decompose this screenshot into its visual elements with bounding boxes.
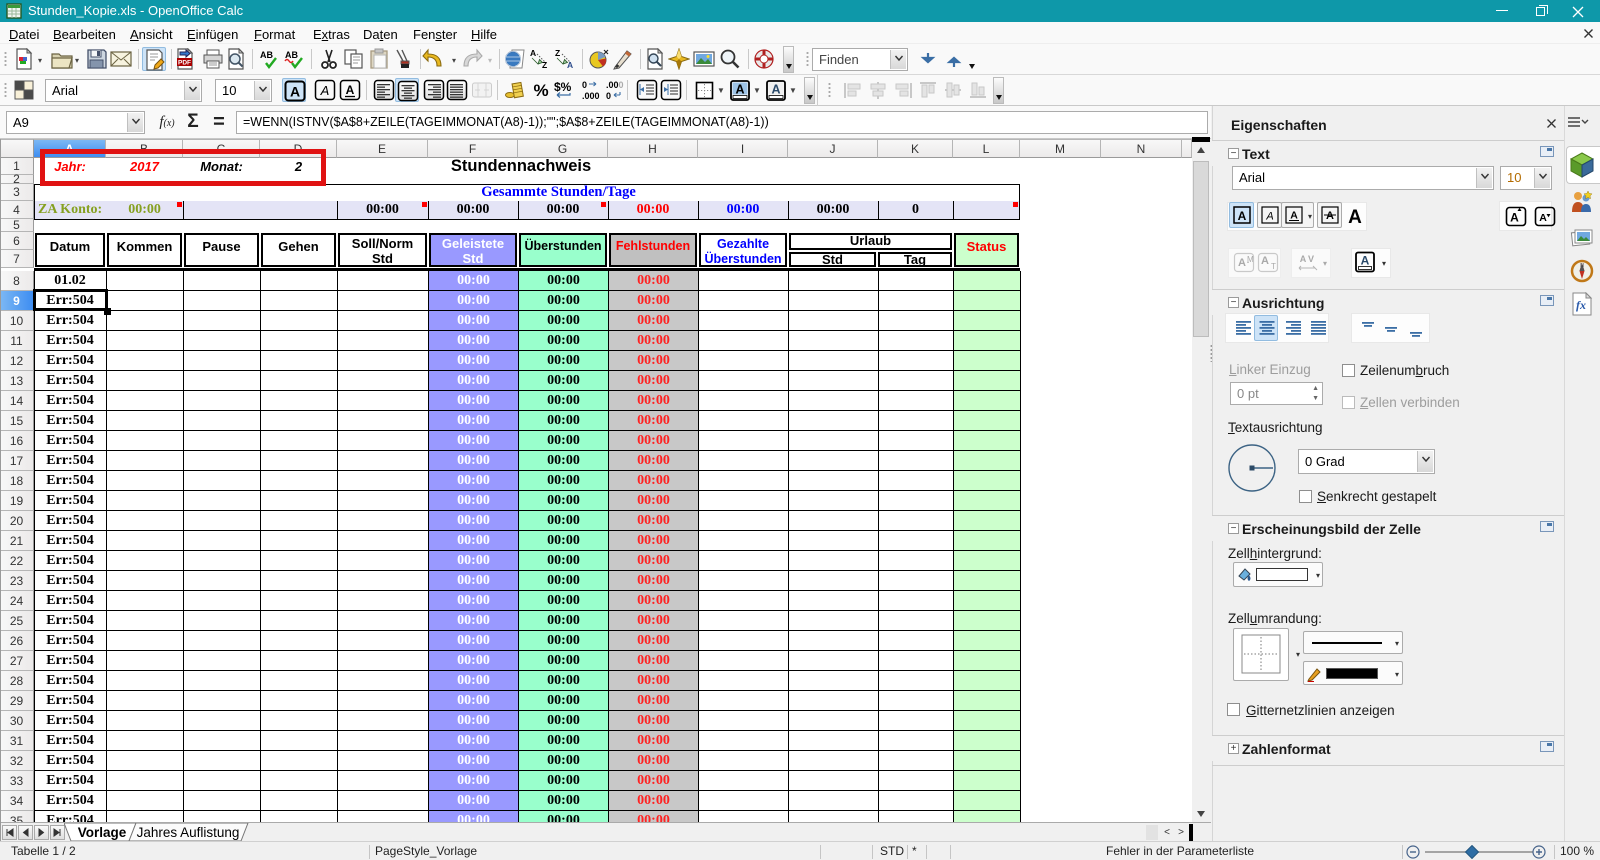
svg-text:Z: Z — [555, 48, 560, 58]
svg-text:A: A — [1348, 207, 1362, 228]
svg-text:%: % — [533, 81, 548, 100]
svg-text:AB: AB — [285, 50, 298, 60]
svg-text:A: A — [530, 48, 536, 58]
svg-text:T: T — [1271, 262, 1276, 271]
svg-text:A: A — [346, 83, 355, 97]
svg-text:PDF: PDF — [178, 60, 191, 67]
svg-text:A: A — [1539, 212, 1547, 224]
svg-text:A: A — [1265, 211, 1273, 223]
svg-text:$%: $% — [554, 80, 572, 94]
svg-text:Vorlage: Vorlage — [78, 825, 127, 840]
svg-text:A: A — [1510, 211, 1519, 225]
svg-text:A: A — [1300, 254, 1307, 264]
svg-text:A: A — [771, 83, 780, 97]
svg-text:A: A — [1326, 210, 1334, 222]
svg-text:A: A — [1261, 255, 1269, 267]
svg-text:A: A — [1238, 257, 1246, 269]
svg-text:AB: AB — [260, 50, 273, 60]
svg-text:A: A — [1361, 254, 1370, 268]
svg-text:N: N — [1580, 263, 1584, 269]
svg-text:0: 0 — [582, 80, 587, 90]
svg-text:Z: Z — [542, 60, 547, 70]
svg-text:0: 0 — [619, 80, 624, 90]
svg-text:V: V — [1308, 254, 1314, 264]
svg-text:.000: .000 — [582, 91, 600, 101]
svg-text:A: A — [1290, 210, 1298, 222]
svg-text:0: 0 — [606, 91, 611, 101]
svg-text:A: A — [290, 84, 300, 100]
svg-text:A: A — [735, 83, 744, 97]
svg-text:Jahres Auflistung: Jahres Auflistung — [137, 825, 240, 840]
svg-text:A: A — [567, 60, 573, 70]
svg-text:A: A — [1238, 209, 1247, 223]
svg-text:A: A — [320, 83, 330, 98]
svg-text:fx: fx — [1576, 298, 1586, 312]
svg-text:.00: .00 — [606, 80, 619, 90]
